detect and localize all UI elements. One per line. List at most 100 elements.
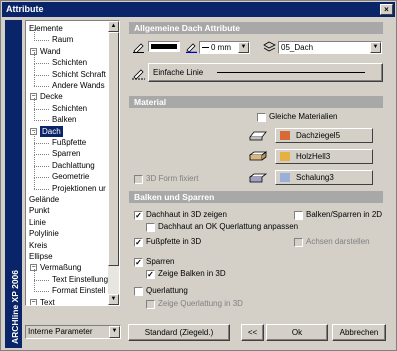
tree-scrollbar[interactable]: ▲ ▼: [108, 21, 119, 305]
material-button-3[interactable]: Schalung3: [275, 170, 373, 185]
layer-dropdown[interactable]: 05_Dach ▼: [278, 41, 382, 54]
line-style-label: Einfache Linie: [153, 68, 204, 77]
tree-connector: [34, 86, 49, 87]
window-title: Attribute: [6, 4, 44, 14]
option-label: Achsen darstellen: [306, 237, 370, 246]
product-name: ARCHline XP 2006: [10, 269, 20, 344]
pen-width-icon: [186, 43, 197, 53]
material-swatch: [280, 173, 290, 182]
title-bar: Attribute ×: [2, 2, 395, 17]
tree-item[interactable]: Schicht Schraft: [52, 69, 106, 80]
scroll-up-button[interactable]: ▲: [108, 21, 119, 32]
tree-item[interactable]: Raum: [52, 34, 73, 45]
chevron-down-icon[interactable]: ▼: [238, 42, 249, 53]
tree-item[interactable]: Andere Wands: [52, 80, 105, 91]
tree-item[interactable]: Dachlattung: [52, 160, 95, 171]
tree-item[interactable]: Format Einstell: [52, 285, 105, 296]
close-button[interactable]: ×: [380, 4, 393, 15]
tree-connector: [34, 177, 35, 189]
tree-item[interactable]: Schichten: [52, 103, 87, 114]
tree-item[interactable]: Kreis: [29, 240, 47, 251]
layer-value: 05_Dach: [281, 43, 314, 52]
tree-connector: [34, 177, 49, 179]
tree-connector: [34, 132, 35, 144]
tree-connector: [34, 74, 49, 76]
tree-item[interactable]: Projektionen ur: [52, 183, 106, 194]
line-color-swatch: [151, 44, 177, 49]
parameters-dropdown[interactable]: Interne Parameter ▼: [25, 325, 121, 339]
option-checkbox[interactable]: ✓: [146, 270, 155, 279]
tree-item[interactable]: Vermaßung: [40, 262, 81, 273]
pen-color-icon: [133, 43, 144, 53]
tree-item[interactable]: Text Einstellung: [52, 274, 108, 285]
tree-item[interactable]: Gelände: [29, 194, 59, 205]
tree-item[interactable]: Sparren: [52, 148, 80, 159]
option-label: Dachhaut in 3D zeigen: [146, 210, 227, 219]
material-name: Dachziegel5: [296, 131, 341, 140]
option-checkbox[interactable]: ✓: [134, 258, 143, 267]
option-label: Querlattung: [146, 286, 188, 295]
tree-connector: [34, 165, 49, 167]
tree-connector: [34, 108, 49, 110]
back-button[interactable]: <<: [241, 324, 264, 341]
material-button-2[interactable]: HolzHell3: [275, 149, 373, 164]
material-swatch: [280, 131, 290, 140]
attribute-dialog: Attribute × ARCHline XP 2006 ▲ ▼ Element…: [0, 0, 397, 351]
material-button-1[interactable]: Dachziegel5: [275, 128, 373, 143]
form-3d-fixed-checkbox[interactable]: [134, 175, 143, 184]
option-checkbox[interactable]: [134, 287, 143, 296]
tree-connector: [34, 166, 35, 178]
tree-connector: [34, 268, 35, 281]
tree-item[interactable]: Wand: [40, 46, 61, 57]
tree-connector: [34, 291, 49, 293]
tree-connector: [34, 63, 49, 65]
tree-item[interactable]: Polylinie: [29, 228, 59, 239]
parameters-value: Interne Parameter: [28, 327, 93, 336]
same-materials-checkbox[interactable]: [257, 113, 266, 122]
option-checkbox[interactable]: [146, 223, 155, 232]
line-width-dropdown[interactable]: 0 mm ▼: [199, 41, 250, 54]
tree-item[interactable]: Text: [40, 297, 55, 305]
ok-button[interactable]: Ok: [266, 324, 328, 341]
line-style-preview: [217, 72, 365, 73]
chevron-down-icon[interactable]: ▼: [370, 42, 381, 53]
tree-connector: [34, 75, 35, 87]
tree-item[interactable]: Geometrie: [52, 171, 89, 182]
layer-icon: [263, 41, 276, 52]
line-color-picker[interactable]: [148, 41, 180, 52]
scroll-thumb[interactable]: [108, 32, 119, 266]
general-section-header: Allgemeine Dach Attribute: [129, 22, 383, 34]
expand-toggle-icon[interactable]: −: [30, 298, 37, 305]
option-checkbox[interactable]: [294, 211, 303, 220]
tree-connector: [34, 188, 49, 190]
formwork-material-icon: [249, 173, 267, 183]
option-checkbox[interactable]: [146, 300, 155, 309]
tree-item[interactable]: Decke: [40, 91, 63, 102]
line-style-button[interactable]: Einfache Linie: [148, 63, 383, 82]
option-checkbox[interactable]: ✓: [134, 238, 143, 247]
tree-item[interactable]: Punkt: [29, 205, 49, 216]
tree-connector: [34, 40, 49, 42]
form-3d-fixed-label: 3D Form fixiert: [146, 174, 199, 183]
option-label: Balken/Sparren in 2D: [306, 210, 383, 219]
cancel-button[interactable]: Abbrechen: [332, 324, 386, 341]
product-strip: ARCHline XP 2006: [5, 20, 22, 348]
material-name: Schalung3: [296, 173, 334, 182]
tree-item[interactable]: Dach: [40, 125, 63, 137]
tree-connector: [34, 154, 49, 156]
tree-connector: [34, 280, 35, 292]
tree-item[interactable]: Fußpfette: [52, 137, 86, 148]
tree-item[interactable]: Linie: [29, 217, 46, 228]
standard-button[interactable]: Standard (Ziegeld.): [128, 324, 230, 341]
line-width-value: 0 mm: [211, 43, 231, 52]
chevron-down-icon[interactable]: ▼: [109, 326, 120, 338]
tree-connector: [34, 143, 49, 144]
tree-item[interactable]: Balken: [52, 114, 76, 125]
tree-connector: [34, 279, 49, 281]
scroll-down-button[interactable]: ▼: [108, 294, 119, 305]
tree-item[interactable]: Schichten: [52, 57, 87, 68]
category-tree[interactable]: ▲ ▼ Elemente Raum Wand − Schichten Schicht Sc…: [25, 20, 120, 306]
option-checkbox[interactable]: [294, 238, 303, 247]
option-checkbox[interactable]: ✓: [134, 211, 143, 220]
tree-item[interactable]: Ellipse: [29, 251, 53, 262]
